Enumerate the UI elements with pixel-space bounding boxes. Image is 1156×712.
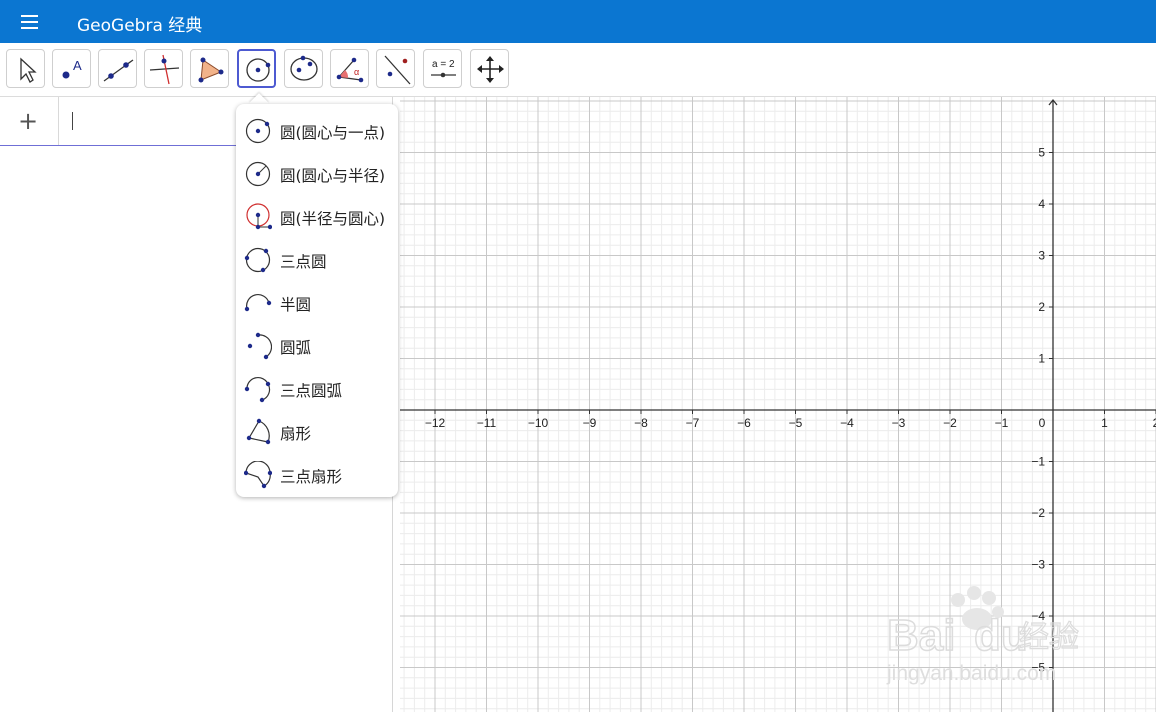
svg-text:经验: 经验 — [1019, 620, 1079, 655]
y-tick-label: 3 — [1038, 249, 1045, 263]
circle-three-points-icon — [244, 247, 271, 273]
hamburger-menu-icon[interactable] — [18, 11, 42, 33]
x-tick-label: −5 — [789, 416, 803, 430]
circle-center-point-icon — [245, 118, 271, 144]
menu-item-label: 三点圆弧 — [280, 382, 343, 400]
y-tick-label: 5 — [1038, 146, 1045, 160]
x-tick-label: −2 — [943, 416, 957, 430]
x-tick-label: −10 — [528, 416, 549, 430]
perpendicular-line-tool-button[interactable] — [144, 49, 183, 88]
menu-item-circle-three-points[interactable]: 三点圆 — [236, 238, 398, 281]
algebra-input-field[interactable] — [72, 112, 73, 130]
circumcircular-arc-icon — [244, 377, 271, 403]
y-tick-label: 4 — [1038, 197, 1045, 211]
menu-item-label: 三点圆 — [280, 253, 327, 271]
menu-item-semicircle[interactable]: 半圆 — [236, 281, 398, 324]
point-tool-button[interactable]: A — [52, 49, 91, 88]
svg-text:α: α — [354, 67, 359, 77]
move-arrow-icon — [20, 57, 37, 83]
menu-item-label: 圆(半径与圆心) — [280, 210, 386, 228]
title-bar: GeoGebra 经典 — [0, 0, 1156, 43]
move-tool-button[interactable] — [6, 49, 45, 88]
polygon-icon — [198, 57, 224, 83]
menu-item-circular-sector[interactable]: 扇形 — [236, 410, 398, 453]
menu-item-circle-center-point[interactable]: 圆(圆心与一点) — [236, 109, 398, 152]
line-icon — [103, 59, 134, 82]
menu-item-circumcircular-arc[interactable]: 三点圆弧 — [236, 367, 398, 410]
x-tick-label: −7 — [686, 416, 700, 430]
x-tick-label: 0 — [1039, 416, 1046, 430]
menu-item-label: 圆(圆心与一点) — [280, 124, 386, 142]
x-tick-label: −12 — [425, 416, 446, 430]
x-tick-label: −3 — [892, 416, 906, 430]
menu-item-compass[interactable]: 圆(半径与圆心) — [236, 195, 398, 238]
angle-tool-button[interactable]: α — [330, 49, 369, 88]
circular-arc-icon — [247, 332, 272, 360]
baidu-jingyan-watermark: Bai du 经验 jingyan.baidu.com — [886, 586, 1080, 685]
menu-item-circle-center-radius[interactable]: 圆(圆心与半径) — [236, 152, 398, 195]
circle-center-radius-icon — [245, 161, 271, 187]
angle-icon: α — [336, 57, 364, 83]
slider-icon: a = 2 — [431, 59, 456, 78]
y-tick-label: −3 — [1031, 558, 1045, 572]
reflect-tool-button[interactable] — [376, 49, 415, 88]
menu-item-label: 圆弧 — [280, 339, 312, 357]
point-icon: A — [62, 58, 82, 79]
x-tick-label: −8 — [634, 416, 648, 430]
circle-tool-button[interactable] — [237, 49, 276, 88]
x-tick-label: −9 — [583, 416, 597, 430]
perpendicular-line-icon — [149, 54, 180, 85]
conic-tool-button[interactable] — [284, 49, 323, 88]
app-title: GeoGebra 经典 — [77, 16, 203, 36]
svg-text:Bai: Bai — [887, 611, 955, 660]
x-tick-label: −1 — [995, 416, 1009, 430]
svg-text:jingyan.baidu.com: jingyan.baidu.com — [886, 662, 1056, 685]
menu-item-label: 三点扇形 — [280, 468, 343, 486]
menu-item-label: 半圆 — [280, 296, 312, 314]
slider-tool-button[interactable]: a = 2 — [423, 49, 462, 88]
reflect-line-icon — [384, 55, 411, 85]
y-tick-label: −1 — [1031, 455, 1045, 469]
toolbar: A α a = 2 — [0, 43, 1156, 97]
circle-tools-dropdown: 圆(圆心与一点) 圆(圆心与半径) 圆(半径与圆心) 三点圆 半圆 圆弧 三点圆… — [236, 104, 398, 497]
add-item-button[interactable]: + — [18, 107, 38, 135]
y-tick-label: 1 — [1038, 352, 1045, 366]
semicircle-icon — [244, 294, 272, 312]
conic-icon — [290, 55, 318, 81]
menu-item-label: 扇形 — [280, 425, 312, 443]
menu-item-circular-arc[interactable]: 圆弧 — [236, 324, 398, 367]
y-tick-label: −2 — [1031, 506, 1045, 520]
compass-icon — [246, 203, 272, 230]
circle-center-point-icon — [246, 58, 271, 82]
row-divider — [58, 97, 59, 145]
x-tick-label: 2 — [1153, 416, 1156, 430]
svg-text:A: A — [73, 58, 82, 73]
x-tick-label: −11 — [477, 416, 497, 430]
x-tick-label: −6 — [737, 416, 751, 430]
line-tool-button[interactable] — [98, 49, 137, 88]
y-tick-label: 2 — [1038, 300, 1045, 314]
svg-text:a = 2: a = 2 — [432, 59, 455, 70]
menu-item-label: 圆(圆心与半径) — [280, 167, 386, 185]
circumcircular-sector-icon — [244, 461, 272, 489]
x-tick-label: 1 — [1101, 416, 1108, 430]
polygon-tool-button[interactable] — [190, 49, 229, 88]
x-tick-label: −4 — [840, 416, 854, 430]
circular-sector-icon — [246, 418, 271, 445]
move-graphics-tool-button[interactable] — [470, 49, 509, 88]
move-graphics-icon — [477, 56, 504, 83]
menu-item-circumcircular-sector[interactable]: 三点扇形 — [236, 453, 398, 496]
